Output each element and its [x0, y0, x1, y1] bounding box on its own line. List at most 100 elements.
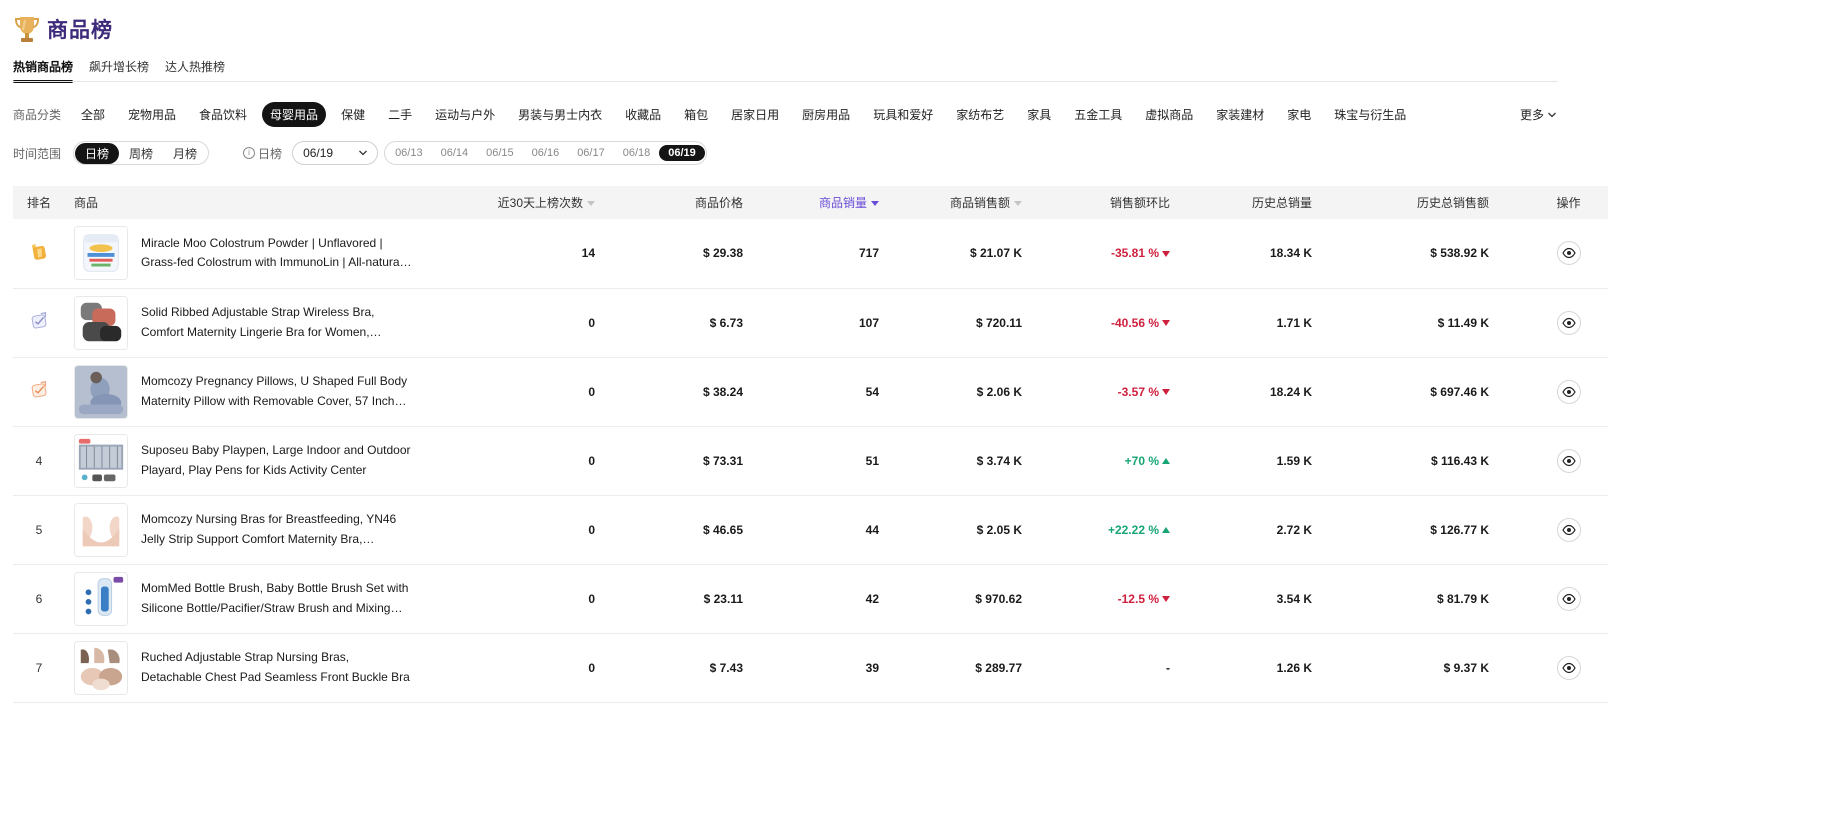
- view-details-button[interactable]: [1556, 379, 1581, 404]
- category-item[interactable]: 收藏品: [617, 102, 669, 127]
- category-item[interactable]: 男装与男士内衣: [510, 102, 610, 127]
- trophy-icon: [14, 17, 40, 42]
- category-item[interactable]: 运动与户外: [427, 102, 503, 127]
- date-option[interactable]: 06/15: [477, 145, 523, 161]
- category-item[interactable]: 玩具和爱好: [865, 102, 941, 127]
- total-sales-cell: 1.71 K: [1276, 315, 1312, 330]
- product-name[interactable]: Miracle Moo Colostrum Powder | Unflavore…: [141, 234, 413, 273]
- table-row[interactable]: Solid Ribbed Adjustable Strap Wireless B…: [13, 288, 1608, 357]
- category-list: 全部 宠物用品 食品饮料 母婴用品 保健 二手 运动与户外 男装与男士内衣 收藏品 箱包 居家日用厨…: [73, 101, 1421, 127]
- category-item[interactable]: 虚拟商品: [1137, 102, 1201, 127]
- product-cell[interactable]: MomMed Bottle Brush, Baby Bottle Brush S…: [65, 564, 475, 633]
- revenue-cell: $ 2.05 K: [976, 522, 1022, 537]
- days-on-list-cell: 0: [588, 453, 595, 468]
- bronze-medal-icon: [31, 380, 47, 398]
- total-revenue-cell: $ 538.92 K: [1430, 246, 1489, 261]
- product-thumbnail[interactable]: [74, 502, 128, 557]
- sales-cell: 51: [865, 453, 879, 468]
- date-option[interactable]: 06/14: [432, 145, 478, 161]
- category-item[interactable]: 家具: [1019, 102, 1059, 127]
- product-name[interactable]: Momcozy Pregnancy Pillows, U Shaped Full…: [141, 372, 413, 411]
- category-item[interactable]: 母婴用品: [262, 101, 327, 127]
- more-categories-button[interactable]: 更多: [1520, 106, 1557, 123]
- arrow-up-icon: [1162, 527, 1170, 534]
- tab-rising-growth[interactable]: 飙升增长榜: [89, 58, 149, 83]
- view-details-button[interactable]: [1556, 448, 1581, 473]
- product-thumbnail[interactable]: [74, 640, 128, 695]
- period-monthly[interactable]: 月榜: [163, 143, 207, 164]
- product-cell[interactable]: Ruched Adjustable Strap Nursing Bras, De…: [65, 633, 475, 702]
- view-details-button[interactable]: [1556, 655, 1581, 680]
- tab-hot-sales[interactable]: 热销商品榜: [13, 58, 74, 83]
- product-thumbnail[interactable]: [74, 571, 128, 626]
- date-label-text: 日榜: [258, 146, 283, 161]
- product-name[interactable]: Ruched Adjustable Strap Nursing Bras, De…: [141, 648, 413, 687]
- eye-icon: [1561, 662, 1576, 673]
- product-thumbnail[interactable]: [74, 364, 128, 419]
- product-cell[interactable]: Miracle Moo Colostrum Powder | Unflavore…: [65, 219, 475, 288]
- table-row[interactable]: 6 MomMed Bottle Brush, Baby Bottle Brush …: [13, 564, 1608, 633]
- rank-cell: [13, 219, 65, 288]
- eye-icon: [1561, 593, 1576, 604]
- table-row[interactable]: 7 Ruched Adjustable Strap Nursing Bras, D…: [13, 633, 1608, 702]
- date-select[interactable]: 06/19: [292, 141, 379, 165]
- date-option[interactable]: 06/13: [386, 145, 432, 161]
- product-cell[interactable]: Momcozy Pregnancy Pillows, U Shaped Full…: [65, 357, 475, 426]
- info-icon[interactable]: i: [243, 147, 256, 159]
- date-option[interactable]: 06/17: [568, 145, 614, 161]
- product-cell[interactable]: Momcozy Nursing Bras for Breastfeeding, …: [65, 495, 475, 564]
- product-cell[interactable]: Solid Ribbed Adjustable Strap Wireless B…: [65, 288, 475, 357]
- category-item[interactable]: 家纺布艺: [948, 102, 1012, 127]
- view-details-button[interactable]: [1556, 310, 1581, 335]
- col-revenue[interactable]: 商品销售额: [895, 186, 1038, 219]
- product-thumbnail[interactable]: [74, 226, 128, 281]
- product-cell[interactable]: Suposeu Baby Playpen, Large Indoor and O…: [65, 426, 475, 495]
- view-details-button[interactable]: [1556, 517, 1581, 542]
- total-revenue-cell: $ 11.49 K: [1437, 315, 1489, 330]
- table-row[interactable]: 4 Suposeu Baby Playpen, Large Indoor and …: [13, 426, 1608, 495]
- category-item[interactable]: 家装建材: [1208, 102, 1272, 127]
- arrow-down-icon: [1162, 596, 1170, 603]
- date-option[interactable]: 06/18: [614, 145, 660, 161]
- product-name[interactable]: Solid Ribbed Adjustable Strap Wireless B…: [141, 303, 413, 342]
- table-row[interactable]: Miracle Moo Colostrum Powder | Unflavore…: [13, 219, 1608, 288]
- tab-influencer-picks[interactable]: 达人热推榜: [165, 58, 225, 83]
- date-option[interactable]: 06/16: [523, 145, 569, 161]
- price-cell: $ 38.24: [702, 384, 743, 399]
- product-name[interactable]: MomMed Bottle Brush, Baby Bottle Brush S…: [141, 579, 413, 618]
- revenue-cell: $ 970.62: [975, 591, 1022, 606]
- category-item[interactable]: 二手: [380, 102, 420, 127]
- period-daily[interactable]: 日榜: [75, 142, 120, 164]
- category-item[interactable]: 宠物用品: [120, 102, 184, 127]
- view-details-button[interactable]: [1556, 241, 1581, 266]
- category-item[interactable]: 居家日用: [723, 102, 787, 127]
- col-days-on-list[interactable]: 近30天上榜次数: [475, 186, 611, 219]
- product-thumbnail[interactable]: [74, 295, 128, 350]
- view-details-button[interactable]: [1556, 586, 1581, 611]
- table-row[interactable]: Momcozy Pregnancy Pillows, U Shaped Full…: [13, 357, 1608, 426]
- category-item[interactable]: 保健: [333, 102, 373, 127]
- col-sales[interactable]: 商品销量: [759, 186, 895, 219]
- rank-cell: 7: [35, 660, 43, 675]
- more-label: 更多: [1519, 108, 1544, 122]
- category-item[interactable]: 珠宝与衍生品: [1326, 102, 1414, 127]
- date-option[interactable]: 06/19: [659, 145, 705, 161]
- chevron-down-icon: [359, 150, 368, 156]
- period-weekly[interactable]: 周榜: [119, 143, 163, 164]
- period-switch: 日榜 周榜 月榜: [73, 141, 210, 165]
- product-thumbnail[interactable]: [74, 433, 128, 488]
- product-name[interactable]: Suposeu Baby Playpen, Large Indoor and O…: [141, 441, 413, 480]
- category-item[interactable]: 食品饮料: [191, 102, 255, 127]
- total-revenue-cell: $ 126.77 K: [1430, 522, 1489, 537]
- category-item[interactable]: 箱包: [676, 102, 716, 127]
- category-item[interactable]: 全部: [73, 102, 113, 127]
- col-rank: 排名: [26, 196, 51, 210]
- product-name[interactable]: Momcozy Nursing Bras for Breastfeeding, …: [141, 510, 413, 549]
- table-row[interactable]: 5 Momcozy Nursing Bras for Breastfeeding,…: [13, 495, 1608, 564]
- days-on-list-cell: 0: [588, 522, 595, 537]
- category-item[interactable]: 家电: [1279, 102, 1319, 127]
- category-item[interactable]: 厨房用品: [794, 102, 858, 127]
- category-item[interactable]: 五金工具: [1066, 102, 1130, 127]
- date-label: i 日榜: [243, 145, 282, 162]
- col-total-revenue: 历史总销售额: [1416, 196, 1489, 210]
